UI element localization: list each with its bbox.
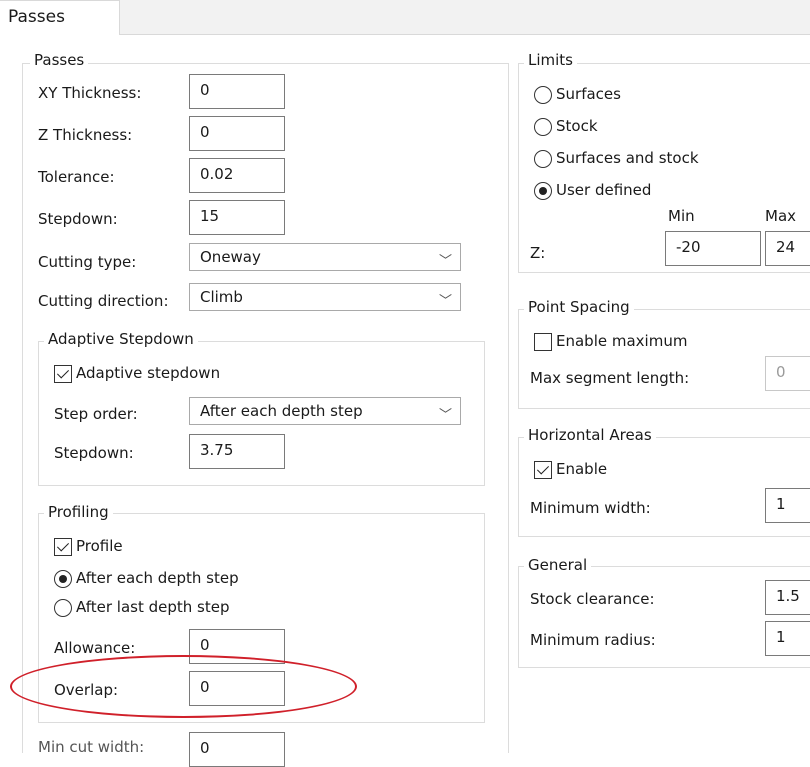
tolerance-label: Tolerance: — [38, 168, 115, 186]
z-min-header: Min — [668, 207, 695, 225]
adaptive-stepdown-checkbox[interactable] — [54, 365, 72, 383]
tolerance-input[interactable]: 0.02 — [189, 158, 285, 193]
cutting-type-label: Cutting type: — [38, 253, 137, 271]
limits-surfaces-and-stock-radio[interactable] — [534, 150, 552, 168]
z-min-input[interactable]: -20 — [665, 231, 761, 266]
chevron-down-icon: ﹀ — [438, 254, 452, 269]
limits-surfaces-and-stock-label: Surfaces and stock — [556, 149, 699, 167]
stock-clearance-input[interactable]: 1.5 — [765, 580, 810, 615]
chevron-down-icon: ﹀ — [438, 408, 452, 423]
tab-passes-label: Passes — [8, 7, 65, 27]
stepdown-input[interactable]: 15 — [189, 200, 285, 235]
z-thickness-input[interactable]: 0 — [189, 116, 285, 151]
max-segment-length-input[interactable]: 0 — [765, 356, 810, 391]
cutting-direction-select[interactable]: Climb ﹀ — [189, 283, 461, 311]
tab-passes[interactable]: Passes — [0, 0, 120, 35]
profile-checkbox[interactable] — [54, 538, 72, 556]
xy-thickness-input[interactable]: 0 — [189, 74, 285, 109]
step-order-label: Step order: — [54, 405, 138, 423]
profiling-title: Profiling — [44, 503, 113, 521]
minimum-radius-label: Minimum radius: — [530, 631, 656, 649]
max-segment-length-label: Max segment length: — [530, 369, 690, 387]
after-each-depth-step-radio[interactable] — [54, 570, 72, 588]
z-thickness-label: Z Thickness: — [38, 126, 133, 144]
cutting-type-select[interactable]: Oneway ﹀ — [189, 243, 461, 271]
adaptive-stepdown-title: Adaptive Stepdown — [44, 330, 198, 348]
after-last-depth-step-radio[interactable] — [54, 599, 72, 617]
profile-checkbox-label: Profile — [76, 537, 123, 555]
adaptive-stepdown-checkbox-label: Adaptive stepdown — [76, 364, 221, 382]
z-max-header: Max — [765, 207, 797, 225]
point-spacing-title: Point Spacing — [524, 298, 634, 316]
cutting-direction-label: Cutting direction: — [38, 292, 169, 310]
z-label: Z: — [530, 244, 546, 262]
stepdown-label: Stepdown: — [38, 210, 118, 228]
limits-surfaces-label: Surfaces — [556, 85, 621, 103]
min-cut-width-input[interactable]: 0 — [189, 732, 285, 767]
minimum-radius-input[interactable]: 1 — [765, 621, 810, 656]
stock-clearance-label: Stock clearance: — [530, 590, 655, 608]
limits-surfaces-radio[interactable] — [534, 86, 552, 104]
adaptive-stepdown-value-label: Stepdown: — [54, 444, 134, 462]
limits-title: Limits — [524, 51, 577, 69]
limits-stock-radio[interactable] — [534, 118, 552, 136]
limits-user-defined-radio[interactable] — [534, 182, 552, 200]
after-last-depth-step-label: After last depth step — [76, 598, 230, 616]
z-max-input[interactable]: 24 — [765, 231, 810, 266]
step-order-value: After each depth step — [200, 402, 363, 420]
xy-thickness-label: XY Thickness: — [38, 84, 142, 102]
enable-maximum-label: Enable maximum — [556, 332, 688, 350]
cutting-direction-value: Climb — [200, 288, 243, 306]
horizontal-areas-enable-checkbox[interactable] — [534, 461, 552, 479]
allowance-label: Allowance: — [54, 639, 136, 657]
enable-maximum-checkbox[interactable] — [534, 333, 552, 351]
horizontal-areas-enable-label: Enable — [556, 460, 608, 478]
adaptive-stepdown-input[interactable]: 3.75 — [189, 434, 285, 469]
horizontal-areas-title: Horizontal Areas — [524, 426, 656, 444]
general-title: General — [524, 556, 592, 574]
after-each-depth-step-label: After each depth step — [76, 569, 239, 587]
tab-strip — [0, 0, 810, 35]
min-cut-width-label: Min cut width: — [38, 738, 145, 756]
overlap-annotation-ellipse — [10, 655, 357, 718]
passes-group-title: Passes — [30, 51, 89, 69]
cutting-type-value: Oneway — [200, 248, 261, 266]
chevron-down-icon: ﹀ — [438, 294, 452, 309]
step-order-select[interactable]: After each depth step ﹀ — [189, 397, 461, 425]
limits-user-defined-label: User defined — [556, 181, 652, 199]
minimum-width-input[interactable]: 1 — [765, 488, 810, 523]
limits-stock-label: Stock — [556, 117, 598, 135]
minimum-width-label: Minimum width: — [530, 499, 651, 517]
